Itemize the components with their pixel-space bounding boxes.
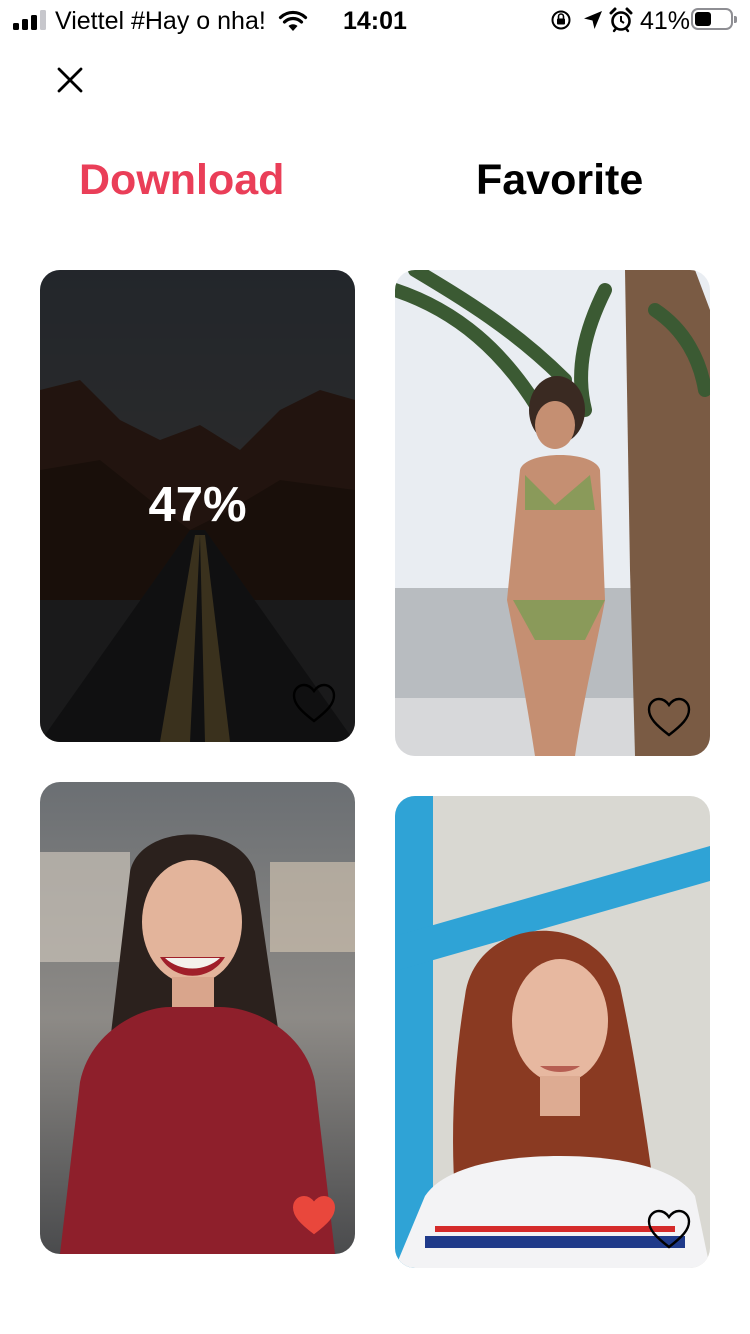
heart-outline-icon[interactable] [646,1208,692,1250]
battery-icon [691,8,737,30]
status-bar: Viettel #Hay o nha! 14:01 41% [0,0,750,42]
smiling-woman-photo [40,782,355,1254]
close-icon[interactable] [50,60,90,100]
download-progress: 47% [148,478,247,532]
clock: 14:01 [343,7,407,35]
signal-icon [13,10,47,30]
tab-favorite[interactable]: Favorite [476,150,656,210]
alarm-icon [609,7,633,33]
location-icon [584,11,602,29]
wifi-icon [278,10,308,31]
rotation-lock-icon [551,10,571,30]
redhead-woman-photo [395,796,710,1268]
heart-outline-icon[interactable] [646,696,692,738]
battery-percent: 41% [640,7,691,35]
photo-card-road[interactable]: 47% [40,270,355,742]
photo-card-redhead-woman[interactable] [395,796,710,1268]
heart-filled-icon[interactable] [291,1194,337,1236]
photo-card-smiling-woman[interactable] [40,782,355,1254]
carrier-name: Viettel #Hay o nha! [55,7,266,35]
photo-card-beach[interactable] [395,270,710,756]
heart-outline-icon[interactable] [291,682,337,724]
tab-download[interactable]: Download [79,150,299,210]
beach-photo [395,270,710,756]
